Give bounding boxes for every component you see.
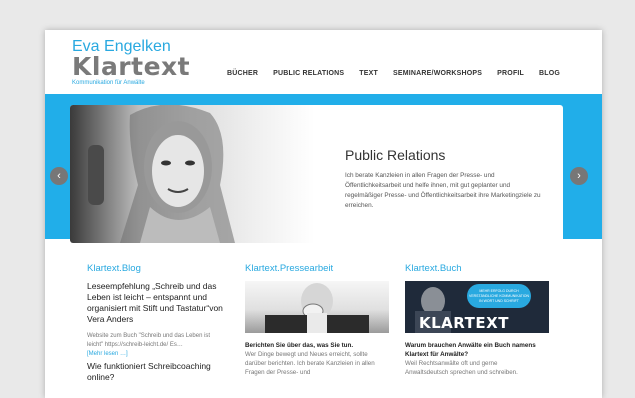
portrait-illustration xyxy=(88,105,235,243)
book-banner: MEHR ERFOLG DURCH VERSTÄNDLICHE KOMMUNIK… xyxy=(467,284,531,308)
blog-post-excerpt: Website zum Buch "Schreib und das Leben … xyxy=(87,333,211,348)
content-columns: Klartext.Blog Leseempfehlung „Schreib un… xyxy=(70,253,563,398)
book-heading[interactable]: Klartext.Buch xyxy=(405,263,555,274)
hero-title: Public Relations xyxy=(345,147,446,163)
press-column: Klartext.Pressearbeit Berichten Sie über… xyxy=(245,263,395,377)
hero-slide[interactable]: Public Relations Ich berate Kanzleien in… xyxy=(70,105,563,243)
hero-photo xyxy=(70,105,315,243)
site-header: Eva Engelken Klartext Kommunikation für … xyxy=(45,30,602,94)
blog-post-title-2[interactable]: Wie funktioniert Schreibcoaching online? xyxy=(87,361,235,383)
site-logo[interactable]: Eva Engelken Klartext Kommunikation für … xyxy=(72,38,190,87)
blog-post-title[interactable]: Leseempfehlung „Schreib und das Leben is… xyxy=(87,281,235,325)
book-title-word: KLARTEXT xyxy=(419,314,509,332)
megaphone-photo xyxy=(265,283,369,333)
nav-item-buecher[interactable]: BÜCHER xyxy=(227,70,258,77)
nav-item-public-relations[interactable]: PUBLIC RELATIONS xyxy=(273,70,344,77)
hero-text: Ich berate Kanzleien in allen Fragen der… xyxy=(345,172,541,209)
slider-prev-icon[interactable]: ‹ xyxy=(50,167,68,185)
slider-next-icon[interactable]: › xyxy=(570,167,588,185)
book-text: Weil Rechtsanwälte oft und gerne Anwalts… xyxy=(405,360,518,376)
page: Eva Engelken Klartext Kommunikation für … xyxy=(45,30,602,398)
blog-heading[interactable]: Klartext.Blog xyxy=(87,263,237,274)
hero-band: Public Relations Ich berate Kanzleien in… xyxy=(45,94,602,243)
nav-item-profil[interactable]: PROFIL xyxy=(497,70,524,77)
blog-column: Klartext.Blog Leseempfehlung „Schreib un… xyxy=(87,263,237,383)
read-more-link[interactable]: [Mehr lesen …] xyxy=(87,350,237,359)
press-image[interactable] xyxy=(245,281,389,333)
press-heading[interactable]: Klartext.Pressearbeit xyxy=(245,263,395,274)
press-lead: Berichten Sie über das, was Sie tun. xyxy=(245,342,354,349)
logo-wordmark: Klartext xyxy=(72,52,191,81)
press-text: Wer Dinge bewegt und Neues erreicht, sol… xyxy=(245,351,375,376)
nav-item-text[interactable]: TEXT xyxy=(359,70,378,77)
book-column: Klartext.Buch MEHR ERFOLG DURCH VERSTÄND… xyxy=(405,263,555,377)
main-nav: BÜCHER PUBLIC RELATIONS TEXT SEMINARE/WO… xyxy=(227,70,575,77)
book-cover-image[interactable]: MEHR ERFOLG DURCH VERSTÄNDLICHE KOMMUNIK… xyxy=(405,281,549,333)
nav-item-seminare-workshops[interactable]: SEMINARE/WORKSHOPS xyxy=(393,70,482,77)
nav-item-blog[interactable]: BLOG xyxy=(539,70,560,77)
book-lead: Warum brauchen Anwälte ein Buch namens K… xyxy=(405,342,536,358)
